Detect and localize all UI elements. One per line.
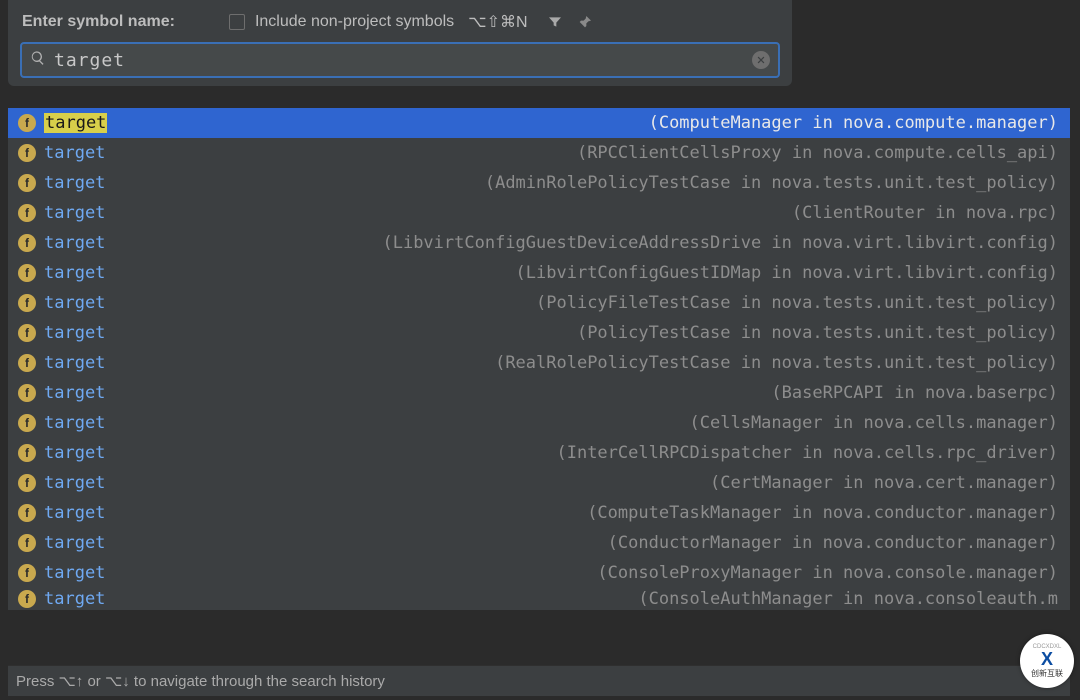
result-name: target [44,143,105,163]
field-icon: f [18,204,36,222]
result-name: target [44,533,105,553]
result-name: target [44,589,105,609]
field-icon: f [18,444,36,462]
result-row[interactable]: ftarget (ConsoleAuthManager in nova.conso… [8,588,1070,610]
field-icon: f [18,564,36,582]
field-icon: f [18,174,36,192]
result-location: (CertManager in nova.cert.manager) [710,473,1058,493]
symbol-search-popup: Enter symbol name: Include non-project s… [8,0,792,86]
result-row[interactable]: ftarget (RealRolePolicyTestCase in nova.t… [8,348,1070,378]
include-nonproject-checkbox[interactable] [229,14,245,30]
result-row[interactable]: ftarget (InterCellRPCDispatcher in nova.c… [8,438,1070,468]
result-name: target [44,503,105,523]
shortcut-hint: ⌥⇧⌘N [468,12,527,32]
field-icon: f [18,264,36,282]
field-icon: f [18,384,36,402]
result-row[interactable]: ftarget (LibvirtConfigGuestIDMap in nova.… [8,258,1070,288]
pin-icon[interactable] [576,13,594,31]
prompt-label: Enter symbol name: [22,13,175,31]
result-location: (LibvirtConfigGuestDeviceAddressDrive in… [382,233,1058,253]
result-name: target [44,353,105,373]
result-row[interactable]: ftarget (RPCClientCellsProxy in nova.comp… [8,138,1070,168]
result-name: target [44,173,105,193]
result-name: target [44,293,105,313]
watermark-badge: CDCXDXL X 创新互联 [1020,634,1074,688]
clear-icon[interactable] [752,51,770,69]
result-row[interactable]: ftarget (AdminRolePolicyTestCase in nova.… [8,168,1070,198]
result-location: (ComputeManager in nova.compute.manager) [649,113,1058,133]
result-name: target [44,263,105,283]
results-list: ftarget(ComputeManager in nova.compute.m… [8,108,1070,610]
result-location: (PolicyTestCase in nova.tests.unit.test_… [577,323,1058,343]
field-icon: f [18,590,36,608]
result-location: (ComputeTaskManager in nova.conductor.ma… [587,503,1058,523]
search-icon [30,50,46,70]
result-location: (ConsoleProxyManager in nova.console.man… [597,563,1058,583]
result-row[interactable]: ftarget (PolicyFileTestCase in nova.tests… [8,288,1070,318]
field-icon: f [18,534,36,552]
filter-icon[interactable] [546,13,564,31]
footer-hint: Press ⌥↑ or ⌥↓ to navigate through the s… [8,665,1070,696]
result-location: (ConductorManager in nova.conductor.mana… [608,533,1058,553]
result-location: (ConsoleAuthManager in nova.consoleauth.… [638,589,1058,609]
result-location: (PolicyFileTestCase in nova.tests.unit.t… [536,293,1058,313]
popup-header: Enter symbol name: Include non-project s… [8,8,792,42]
search-field-wrap[interactable] [20,42,780,78]
result-name: target [44,383,105,403]
result-row[interactable]: ftarget (ClientRouter in nova.rpc) [8,198,1070,228]
field-icon: f [18,414,36,432]
result-location: (InterCellRPCDispatcher in nova.cells.rp… [556,443,1058,463]
field-icon: f [18,114,36,132]
result-location: (CellsManager in nova.cells.manager) [690,413,1058,433]
result-row[interactable]: ftarget (CertManager in nova.cert.manager… [8,468,1070,498]
result-name: target [44,443,105,463]
field-icon: f [18,474,36,492]
field-icon: f [18,324,36,342]
result-row[interactable]: ftarget (ConductorManager in nova.conduct… [8,528,1070,558]
search-input[interactable] [54,50,744,71]
result-location: (BaseRPCAPI in nova.baserpc) [771,383,1058,403]
result-row[interactable]: ftarget (LibvirtConfigGuestDeviceAddressD… [8,228,1070,258]
result-row[interactable]: ftarget (CellsManager in nova.cells.manag… [8,408,1070,438]
footer-text: Press ⌥↑ or ⌥↓ to navigate through the s… [16,673,385,690]
result-location: (RealRolePolicyTestCase in nova.tests.un… [495,353,1058,373]
result-location: (AdminRolePolicyTestCase in nova.tests.u… [485,173,1058,193]
result-row[interactable]: ftarget (ConsoleProxyManager in nova.cons… [8,558,1070,588]
result-row[interactable]: ftarget (ComputeTaskManager in nova.condu… [8,498,1070,528]
include-nonproject-label: Include non-project symbols [255,13,454,31]
field-icon: f [18,294,36,312]
result-location: (LibvirtConfigGuestIDMap in nova.virt.li… [516,263,1058,283]
field-icon: f [18,144,36,162]
result-name: target [44,203,105,223]
result-name: target [44,473,105,493]
result-location: (ClientRouter in nova.rpc) [792,203,1058,223]
field-icon: f [18,234,36,252]
result-row[interactable]: ftarget (BaseRPCAPI in nova.baserpc) [8,378,1070,408]
field-icon: f [18,354,36,372]
result-name: target [44,563,105,583]
result-row[interactable]: ftarget (ComputeManager in nova.compute.m… [8,108,1070,138]
result-name: target [44,323,105,343]
result-name: target [44,233,105,253]
result-name: target [44,413,105,433]
result-location: (RPCClientCellsProxy in nova.compute.cel… [577,143,1058,163]
result-name: target [44,113,107,133]
result-row[interactable]: ftarget (PolicyTestCase in nova.tests.uni… [8,318,1070,348]
field-icon: f [18,504,36,522]
